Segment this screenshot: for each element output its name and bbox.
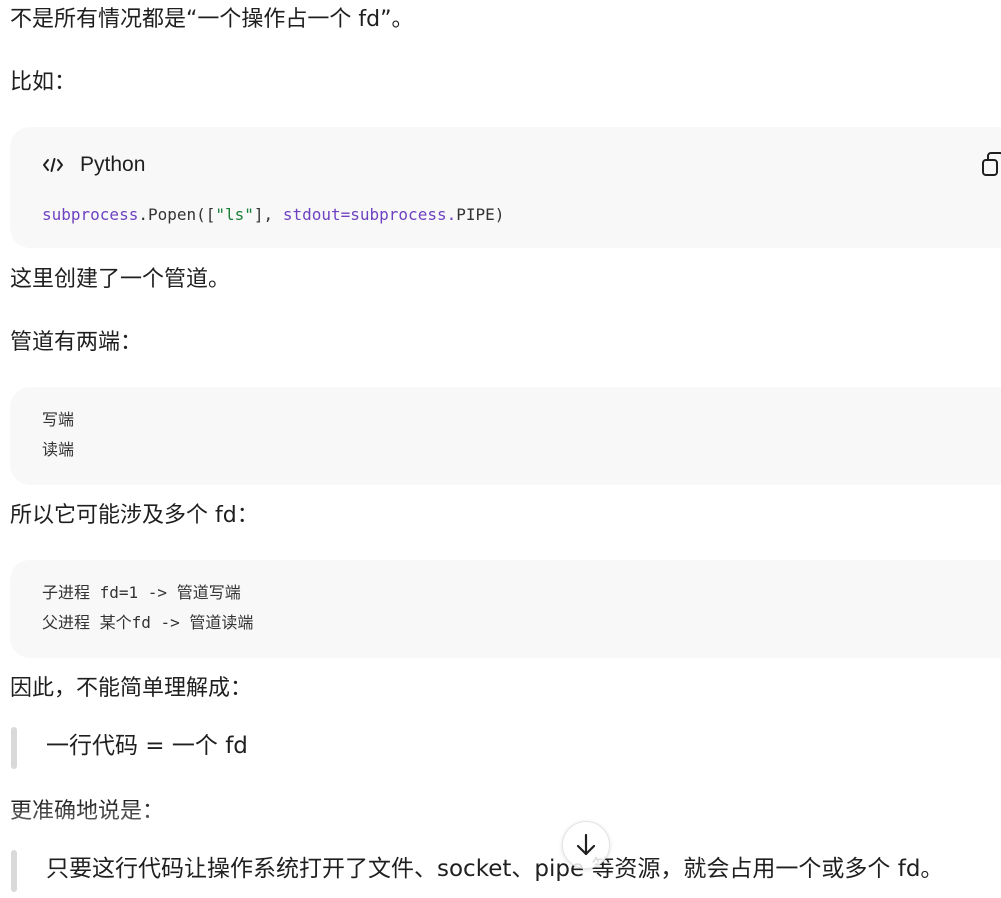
code-block-header: Python bbox=[42, 151, 145, 179]
code-token: ], bbox=[253, 205, 283, 224]
copy-icon[interactable] bbox=[980, 151, 1001, 177]
code-token: subprocess bbox=[42, 205, 139, 224]
code-language-label: Python bbox=[80, 153, 146, 176]
code-token: "ls" bbox=[215, 205, 254, 224]
code-line: 子进程 fd=1 -> 管道写端 bbox=[42, 583, 241, 602]
blockquote-bar bbox=[11, 727, 17, 769]
code-block-python: Python subprocess.Popen(["ls"], stdout=s… bbox=[10, 127, 1001, 248]
scroll-to-bottom-button[interactable] bbox=[562, 821, 610, 869]
code-line: subprocess.Popen(["ls"], stdout=subproce… bbox=[42, 200, 504, 230]
paragraph-example-lead: 比如： bbox=[10, 70, 77, 95]
code-token: .Popen([ bbox=[138, 205, 216, 224]
paragraph-pipe-ends: 管道有两端： bbox=[10, 330, 143, 355]
code-line: 读端 bbox=[42, 440, 75, 459]
blockquote-text: 一行代码 = 一个 fd bbox=[46, 733, 248, 759]
code-token: PIPE) bbox=[456, 205, 505, 224]
code-icon bbox=[43, 158, 63, 172]
paragraph-more-accurate: 更准确地说是： bbox=[10, 799, 165, 824]
paragraph-conclusion-lead: 因此，不能简单理解成： bbox=[10, 676, 253, 701]
code-token: stdout=subprocess. bbox=[282, 205, 457, 224]
paragraph-multiple-fds: 所以它可能涉及多个 fd： bbox=[10, 503, 259, 528]
blockquote-bar bbox=[11, 850, 17, 892]
paragraph-pipe-created: 这里创建了一个管道。 bbox=[10, 267, 231, 292]
code-line: 父进程 某个fd -> 管道读端 bbox=[42, 613, 254, 632]
chat-response: 不是所有情况都是“一个操作占一个 fd”。 比如： Python subproc… bbox=[0, 0, 1001, 898]
code-block-pipe-ends: 写端 读端 bbox=[10, 387, 1001, 485]
code-line: 写端 bbox=[42, 410, 75, 429]
code-block-fds: 子进程 fd=1 -> 管道写端 父进程 某个fd -> 管道读端 bbox=[10, 560, 1001, 658]
paragraph-intro: 不是所有情况都是“一个操作占一个 fd”。 bbox=[10, 7, 414, 32]
blockquote-text: 只要这行代码让操作系统打开了文件、socket、pipe 等资源，就会占用一个或… bbox=[46, 856, 944, 882]
arrow-down-icon bbox=[576, 833, 596, 856]
